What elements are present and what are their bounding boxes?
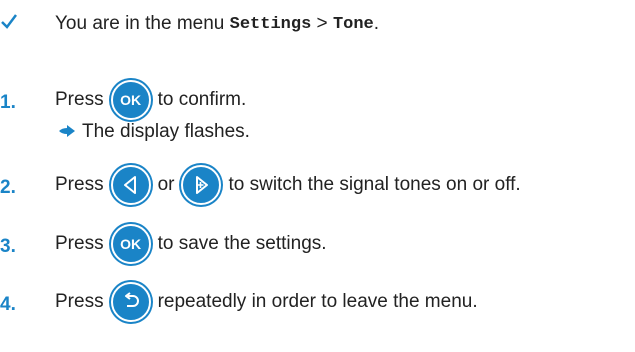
back-button-icon (110, 282, 151, 322)
prereq-text-before: You are in the menu (55, 13, 230, 34)
ok-button-icon: OK (110, 224, 151, 264)
step-number: 1. (0, 92, 16, 113)
step-2-or: or (157, 174, 175, 195)
step-4-content: Press repeatedly in order to leave the m… (55, 282, 478, 322)
step-1-press: Press (55, 89, 104, 110)
step-3-text: to save the settings. (157, 233, 327, 254)
step-number: 4. (0, 294, 16, 315)
result-content: The display flashes. (58, 121, 250, 143)
arrow-right-icon (58, 122, 76, 143)
step-1-content: Press OK to confirm. (55, 80, 246, 120)
step-2-press: Press (55, 174, 104, 195)
step-4-press: Press (55, 291, 104, 312)
menu-separator: > (311, 13, 333, 34)
prereq-text-after: . (373, 13, 380, 34)
left-arrow-button-icon (110, 165, 151, 205)
step-4-text: repeatedly in order to leave the menu. (157, 291, 478, 312)
step-1-text: to confirm. (157, 89, 247, 110)
right-arrow-plus-button-icon (181, 165, 222, 205)
step-2-content: Press or to switch the signal tones on o… (55, 165, 521, 205)
ok-button-icon: OK (110, 80, 151, 120)
step-number: 2. (0, 177, 16, 198)
step-3-content: Press OK to save the settings. (55, 224, 327, 264)
step-2-text: to switch the signal tones on or off. (228, 174, 521, 195)
menu-tone: Tone (332, 14, 374, 34)
menu-settings: Settings (229, 14, 312, 34)
check-icon (0, 12, 40, 36)
result-text: The display flashes. (82, 121, 250, 142)
step-number: 3. (0, 236, 16, 257)
step-3-press: Press (55, 233, 104, 254)
prerequisite-text: You are in the menu Settings > Tone . (55, 13, 379, 35)
